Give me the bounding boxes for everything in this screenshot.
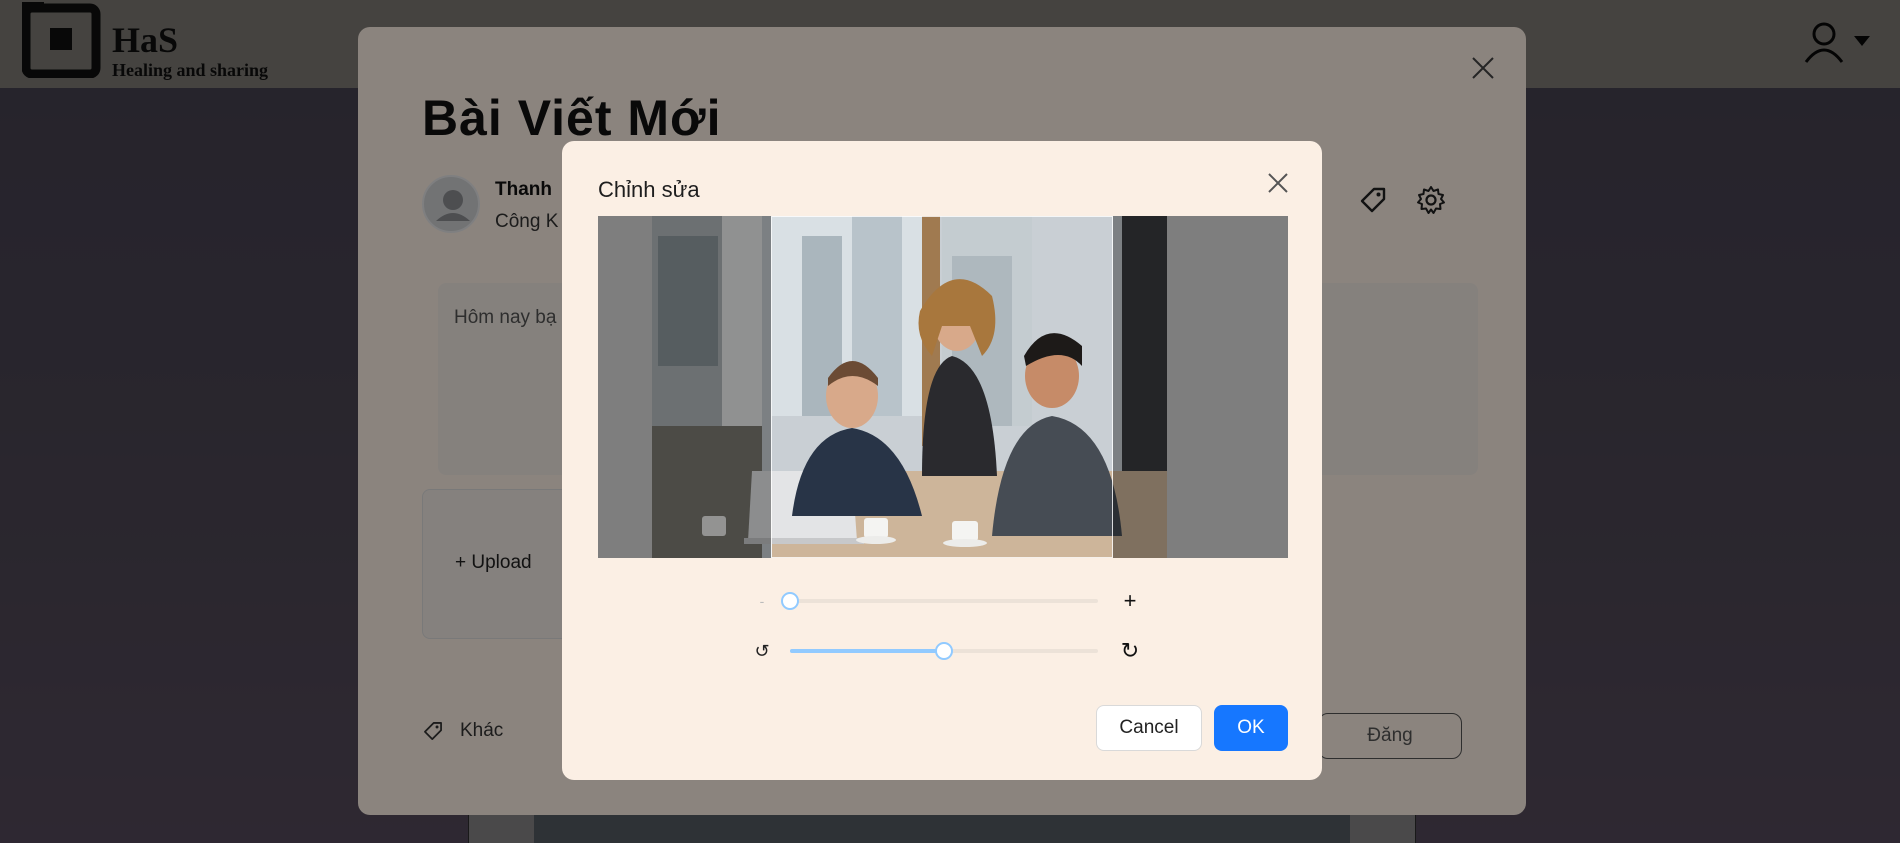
crop-modal-title: Chỉnh sửa — [598, 177, 700, 202]
rotate-left-button[interactable]: ↺ — [750, 637, 774, 665]
zoom-control: - + — [750, 587, 1142, 615]
rotate-slider-handle[interactable] — [935, 642, 953, 660]
zoom-slider-track[interactable] — [790, 599, 1098, 603]
zoom-slider-handle[interactable] — [781, 592, 799, 610]
cancel-button[interactable]: Cancel — [1096, 705, 1202, 751]
rotate-slider-fill — [790, 649, 944, 653]
crop-frame[interactable] — [771, 216, 1113, 558]
rotate-control: ↺ ↻ — [750, 637, 1142, 665]
close-icon[interactable] — [1266, 171, 1290, 195]
zoom-in-button[interactable]: + — [1118, 587, 1142, 615]
crop-mask-right — [1113, 216, 1167, 558]
crop-mask-left — [652, 216, 771, 558]
rotate-right-button[interactable]: ↻ — [1118, 637, 1142, 665]
crop-modal: Chỉnh sửa - + ↺ ↻ Cancel OK — [562, 141, 1322, 780]
zoom-out-button[interactable]: - — [750, 587, 774, 615]
ok-button[interactable]: OK — [1214, 705, 1288, 751]
crop-area[interactable] — [598, 216, 1288, 558]
